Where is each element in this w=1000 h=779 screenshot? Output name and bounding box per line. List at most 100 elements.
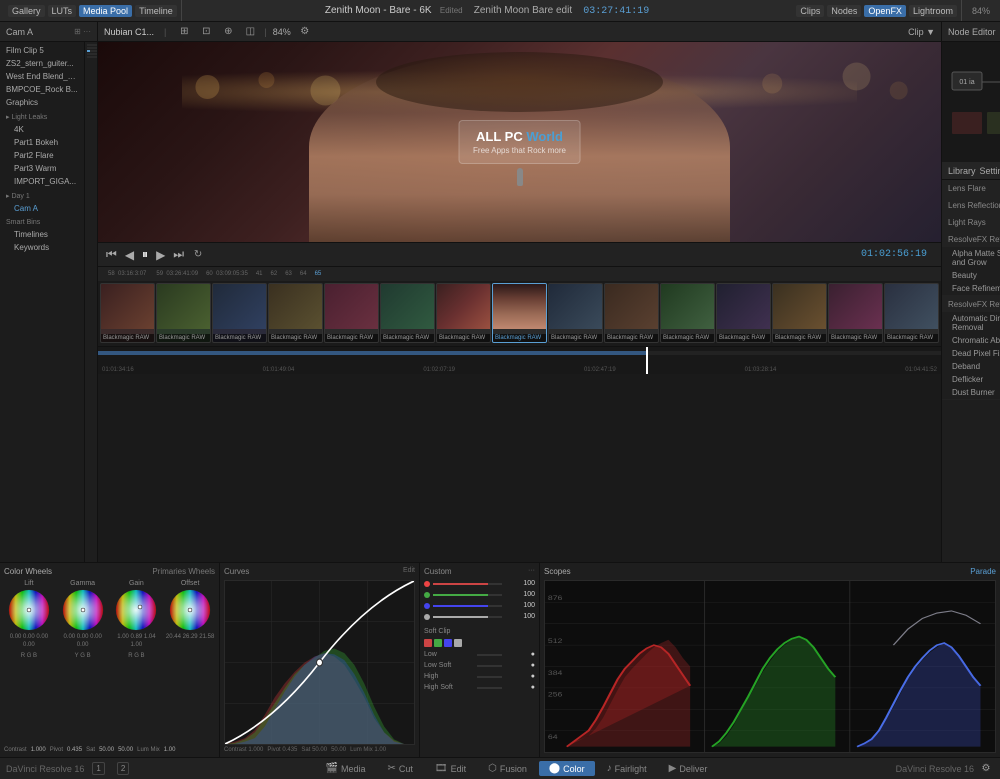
tree-item-4k[interactable]: 4K — [0, 123, 84, 136]
tree-item-warm[interactable]: Part3 Warm — [0, 162, 84, 175]
lum-mix-value[interactable]: 1.00 — [164, 747, 176, 753]
strip-clip-61[interactable]: Blackmagic RAW — [268, 283, 323, 343]
high-soft-slider[interactable] — [477, 687, 502, 689]
strip-clip-72[interactable]: Blackmagic RAW — [828, 283, 883, 343]
media-pool-tab[interactable]: Media Pool — [79, 5, 132, 17]
strip-clip-71[interactable]: Blackmagic RAW — [772, 283, 827, 343]
hue-value[interactable]: 50.00 — [118, 747, 133, 753]
tree-item-bokeh[interactable]: Part1 Bokeh — [0, 136, 84, 149]
curves-chart[interactable] — [224, 580, 415, 745]
tree-item-west[interactable]: West End Blend_K... — [0, 70, 84, 83]
low-soft-value[interactable]: ● — [505, 662, 535, 669]
lightroom-tab[interactable]: Lightroom — [909, 5, 957, 17]
strip-clip-64[interactable]: Blackmagic RAW — [436, 283, 491, 343]
green-slider[interactable] — [433, 594, 502, 596]
page-num-1[interactable]: 1 — [92, 762, 104, 775]
tree-item-timelines[interactable]: Timelines — [0, 228, 84, 241]
color-nav-tab[interactable]: ⬤ Color — [539, 761, 595, 776]
alpha-matte-item[interactable]: Alpha Matte Shrink and Grow — [942, 247, 1000, 269]
sat-param[interactable]: Sat 50.00 — [301, 747, 327, 753]
white-value[interactable]: 100 — [505, 613, 535, 620]
soft-clip-blue-btn[interactable] — [444, 639, 452, 647]
fusion-nav-tab[interactable]: ⬡ Fusion — [478, 761, 537, 776]
light-rays-header[interactable]: Light Rays — [942, 214, 1000, 230]
chromatic-item[interactable]: Chromatic Aberration — [942, 334, 1000, 347]
high-value[interactable]: ● — [505, 673, 535, 680]
composite-icon[interactable]: ◫ — [242, 24, 258, 40]
dead-pixel-item[interactable]: Dead Pixel Fixer — [942, 347, 1000, 360]
gamma-wheel[interactable] — [62, 589, 104, 631]
scopes-mode[interactable]: Parade — [970, 567, 996, 576]
low-slider[interactable] — [477, 654, 502, 656]
pivot-param[interactable]: Pivot 0.435 — [267, 747, 297, 753]
sat-value[interactable]: 50.00 — [99, 747, 114, 753]
blue-value[interactable]: 100 — [505, 602, 535, 609]
go-to-end-btn[interactable]: ⏭ — [171, 247, 186, 262]
strip-clip-63[interactable]: Blackmagic RAW — [380, 283, 435, 343]
clip-thumb-3[interactable]: A006_06240... — [93, 44, 97, 46]
settings-icon[interactable]: ⚙ — [978, 761, 994, 777]
stop-btn[interactable]: ⏸ — [140, 247, 150, 262]
clip-info[interactable]: Clip ▼ — [908, 27, 935, 37]
tree-item-cam-a[interactable]: Cam A — [0, 202, 84, 215]
media-nav-tab[interactable]: 🎬 Media — [316, 761, 376, 776]
strip-clip-60[interactable]: Blackmagic RAW — [212, 283, 267, 343]
play-btn[interactable]: ▶ — [154, 248, 167, 262]
white-slider[interactable] — [433, 616, 502, 618]
lens-flare-header[interactable]: Lens Flare — [942, 180, 1000, 196]
beauty-item[interactable]: Beauty — [942, 269, 1000, 282]
settings-tab[interactable]: Settings — [980, 166, 1000, 176]
lummix-param[interactable]: Lum Mix 1.00 — [350, 747, 386, 753]
openfx-tab[interactable]: OpenFX — [864, 5, 906, 17]
dynamic-zoom-icon[interactable]: ⊕ — [220, 24, 236, 40]
tree-item-bmpcoe[interactable]: BMPCOE_Rock B... — [0, 83, 84, 96]
green-value[interactable]: 100 — [505, 591, 535, 598]
face-refinement-item[interactable]: Face Refinement — [942, 282, 1000, 295]
refine-header[interactable]: ResolveFX Refine — [942, 231, 1000, 247]
custom-more-icon[interactable]: ··· — [528, 567, 535, 574]
strip-clip-67[interactable]: Blackmagic RAW — [604, 283, 659, 343]
low-value[interactable]: ● — [505, 651, 535, 658]
low-soft-slider[interactable] — [477, 665, 502, 667]
loop-icon[interactable]: ↻ — [190, 247, 206, 263]
lens-reflections-header[interactable]: Lens Reflections — [942, 197, 1000, 213]
blue-slider[interactable] — [433, 605, 502, 607]
viewer-settings-icon[interactable]: ⚙ — [297, 24, 313, 40]
soft-clip-green-btn[interactable] — [434, 639, 442, 647]
dust-burner-item[interactable]: Dust Burner — [942, 386, 1000, 399]
high-slider[interactable] — [477, 676, 502, 678]
strip-clip-65[interactable]: Blackmagic RAW — [492, 283, 547, 343]
strip-clip-68[interactable]: Blackmagic RAW — [660, 283, 715, 343]
strip-clip-58[interactable]: Blackmagic RAW — [100, 283, 155, 343]
tree-item-import-giga[interactable]: IMPORT_GIGA... — [0, 175, 84, 188]
strip-clip-62[interactable]: Blackmagic RAW — [324, 283, 379, 343]
luts-tab[interactable]: LUTs — [48, 5, 77, 17]
tree-item-graphics[interactable]: Graphics — [0, 96, 84, 109]
contrast-value[interactable]: 1.000 — [31, 747, 46, 753]
curves-edit-btn[interactable]: Edit — [403, 567, 415, 574]
clip-thumb-15[interactable]: A006_06240... — [93, 56, 97, 58]
tree-item-zs2[interactable]: ZS2_stern_guiter... — [0, 57, 84, 70]
strip-clip-73[interactable]: Blackmagic RAW — [884, 283, 939, 343]
gallery-tab[interactable]: Gallery — [8, 5, 45, 17]
high-soft-value[interactable]: ● — [505, 684, 535, 691]
soft-clip-white-btn[interactable] — [454, 639, 462, 647]
clip-thumb-9[interactable]: A001_06240... — [93, 50, 97, 52]
fairlight-nav-tab[interactable]: ♪ Fairlight — [597, 761, 657, 776]
clip-thumb-6[interactable]: A006_06240... — [93, 47, 97, 49]
transform-icon[interactable]: ⊞ — [176, 24, 192, 40]
deband-item[interactable]: Deband — [942, 360, 1000, 373]
tree-item-film-clip[interactable]: Film Clip 5 — [0, 44, 84, 57]
lift-wheel[interactable] — [8, 589, 50, 631]
go-to-start-btn[interactable]: ⏮ — [104, 247, 119, 262]
clips-tab[interactable]: Clips — [796, 5, 824, 17]
strip-clip-59[interactable]: Blackmagic RAW — [156, 283, 211, 343]
edit-nav-tab[interactable]: 🎞 Edit — [425, 761, 476, 776]
tree-item-keywords[interactable]: Keywords — [0, 241, 84, 254]
hue-param[interactable]: 50.00 — [331, 747, 346, 753]
pivot-value[interactable]: 0.435 — [67, 747, 82, 753]
cut-nav-tab[interactable]: ✂ Cut — [378, 761, 423, 776]
page-num-2[interactable]: 2 — [117, 762, 129, 775]
deliver-nav-tab[interactable]: ▶ Deliver — [659, 761, 718, 776]
gain-wheel[interactable] — [115, 589, 157, 631]
